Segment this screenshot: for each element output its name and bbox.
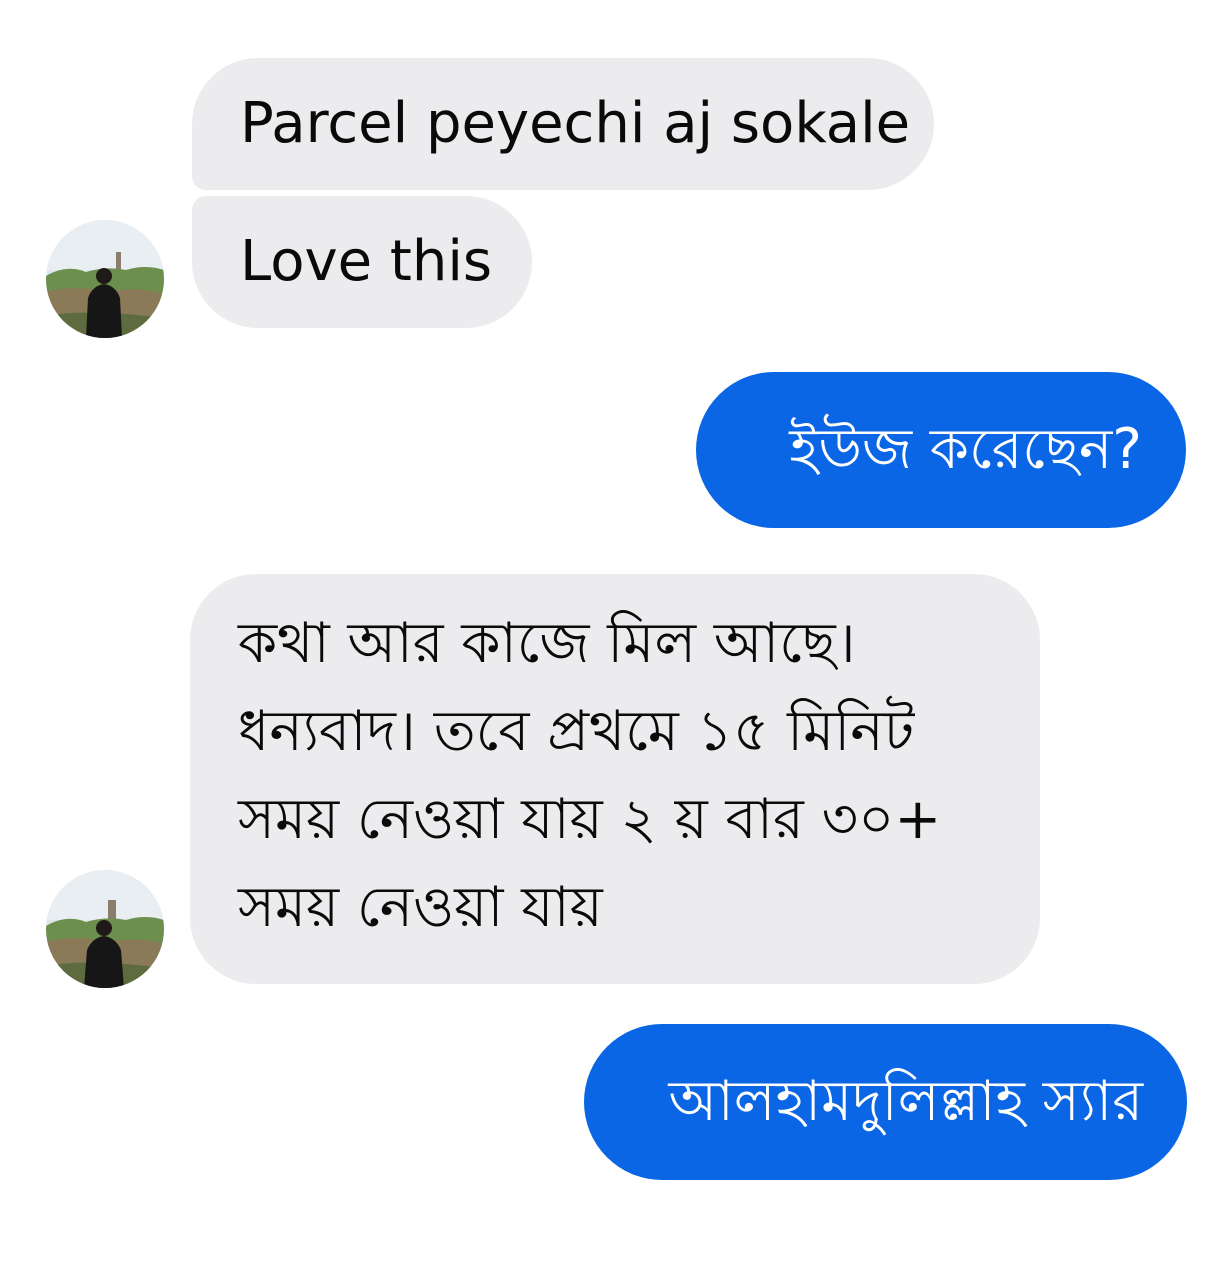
outgoing-message-bubble[interactable]: আলহামদুলিল্লাহ স্যার: [584, 1024, 1187, 1180]
message-text: আলহামদুলিল্লাহ স্যার: [668, 1069, 1143, 1134]
incoming-message-bubble[interactable]: কথা আর কাজে মিল আছে। ধন্যবাদ। তবে প্রথমে…: [190, 574, 1040, 984]
message-text: ইউজ করেছেন?: [789, 417, 1142, 482]
avatar-photo-icon: [46, 220, 164, 338]
message-text: Love this: [240, 229, 493, 294]
contact-avatar[interactable]: [46, 870, 164, 988]
avatar-photo-icon: [46, 870, 164, 988]
outgoing-message-bubble[interactable]: ইউজ করেছেন?: [696, 372, 1186, 528]
incoming-message-bubble[interactable]: Parcel peyechi aj sokale: [192, 58, 934, 190]
contact-avatar[interactable]: [46, 220, 164, 338]
incoming-message-bubble[interactable]: Love this: [192, 196, 532, 328]
message-text: কথা আর কাজে মিল আছে। ধন্যবাদ। তবে প্রথমে…: [238, 611, 942, 940]
message-text: Parcel peyechi aj sokale: [240, 91, 911, 156]
